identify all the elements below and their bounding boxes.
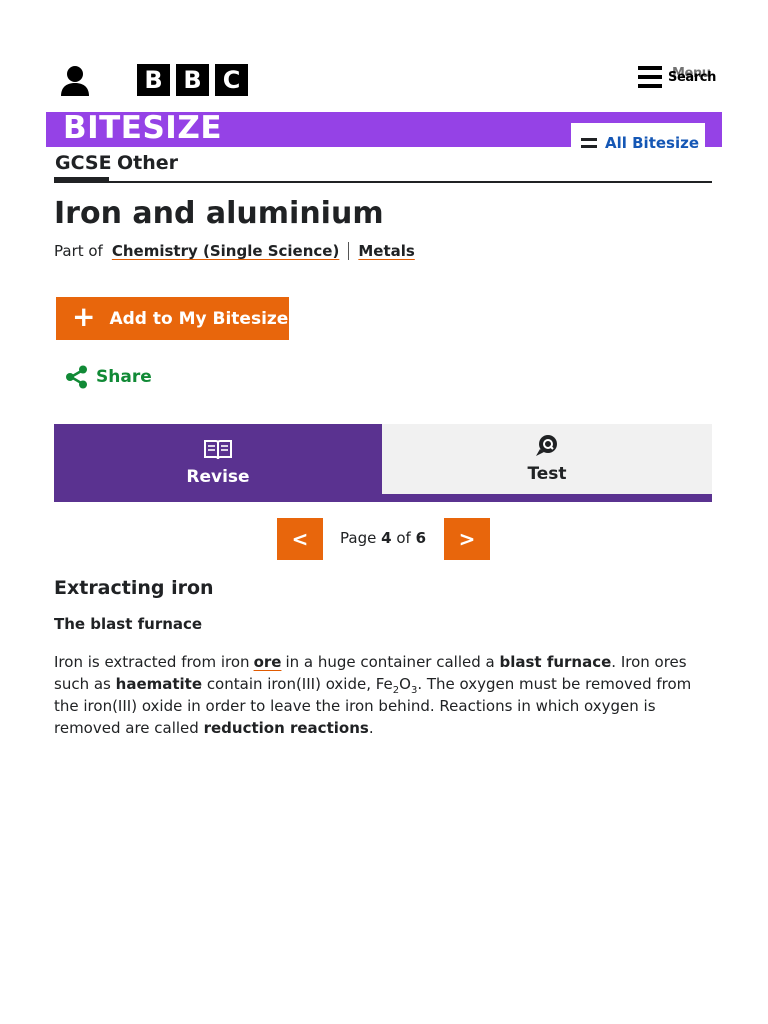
tab-revise-label: Revise [186,467,250,487]
bbc-logo-letter: B [176,64,209,96]
bold-term: blast furnace [499,653,612,671]
top-bar: B B C Search Menu [0,0,768,112]
subnav-divider [54,181,712,183]
page-title: Iron and aluminium [54,196,384,231]
page-word: Page [340,529,377,547]
next-page-button[interactable]: > [444,518,490,560]
page-indicator: Page 4 of 6 [340,529,426,547]
tab-test[interactable]: Test [382,424,712,494]
text: Iron is extracted from iron [54,653,250,671]
plus-icon: + [72,300,96,333]
text: O [399,675,411,693]
share-label: Share [96,367,152,387]
breadcrumb-link-chemistry[interactable]: Chemistry (Single Science) [112,242,340,260]
glossary-link-ore[interactable]: ore [254,653,282,671]
share-button[interactable]: Share [64,364,152,390]
of-word: of [396,529,411,547]
tab-revise[interactable]: Revise [54,424,382,502]
section-subheading: The blast furnace [54,615,203,633]
menu-icon [581,138,597,148]
previous-page-button[interactable]: < [277,518,323,560]
user-icon[interactable] [58,64,92,98]
hamburger-icon [638,66,662,88]
article-paragraph: Iron is extracted from iron ore in a huge … [54,651,714,739]
bold-term: reduction reactions [203,719,369,737]
current-page: 4 [381,529,392,547]
part-of-label: Part of [54,242,103,260]
breadcrumb-link-metals[interactable]: Metals [358,242,414,260]
breadcrumb-separator [348,242,350,260]
bbc-logo[interactable]: B B C [137,64,248,96]
bitesize-logo[interactable]: BITESIZE [63,110,222,146]
text: in a huge container called a [285,653,495,671]
pagination: < Page 4 of 6 > [277,518,490,560]
share-icon [66,365,87,389]
quiz-bubble-icon [536,435,557,456]
bbc-logo-letter: C [215,64,248,96]
bold-term: haematite [115,675,203,693]
subnav-item-other[interactable]: Other [117,152,178,174]
add-to-my-bitesize-label: Add to My Bitesize [109,308,289,329]
text: . [368,719,374,737]
all-bitesize-label: All Bitesize [605,134,700,152]
book-icon [204,440,232,460]
sub-navigation: GCSE Other [54,152,712,184]
total-pages: 6 [415,529,427,547]
bbc-logo-letter: B [137,64,170,96]
menu-button[interactable]: Search Menu [638,66,716,88]
add-to-my-bitesize-button[interactable]: + Add to My Bitesize [56,297,289,340]
subnav-item-gcse[interactable]: GCSE [55,152,112,174]
menu-label-overlap: Menu [672,66,711,81]
text: contain iron(III) oxide, Fe [206,675,393,693]
section-heading: Extracting iron [54,577,214,599]
tab-test-label: Test [527,464,567,484]
revise-test-tabs: Revise Test [54,424,712,502]
bitesize-banner: BITESIZE All Bitesize [46,110,722,163]
breadcrumb: Part of Chemistry (Single Science) Metal… [54,242,415,260]
